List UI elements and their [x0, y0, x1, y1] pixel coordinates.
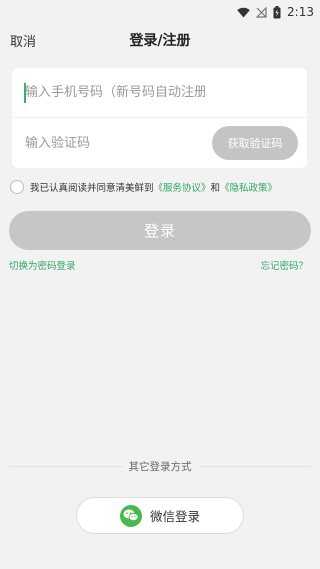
phone-field-row [12, 68, 307, 118]
phone-input[interactable] [25, 85, 205, 100]
wechat-login-label: 微信登录 [149, 509, 200, 524]
agreement-row: 我已认真阅读并同意清美鲜到 《服务协议》 和 《隐私政策》 [10, 179, 277, 195]
get-code-button[interactable]: 获取验证码 [212, 126, 298, 160]
privacy-policy-link[interactable]: 《隐私政策》 [220, 180, 277, 194]
service-agreement-link[interactable]: 《服务协议》 [154, 180, 211, 194]
code-field-row: 获取验证码 [12, 118, 307, 168]
login-form-card: 获取验证码 [12, 68, 307, 168]
agreement-checkbox[interactable] [10, 180, 24, 194]
agreement-text: 我已认真阅读并同意清美鲜到 [30, 183, 154, 194]
verification-code-input[interactable] [25, 135, 205, 151]
wechat-icon [119, 504, 142, 527]
text-cursor [24, 83, 26, 103]
wifi-icon [237, 7, 250, 18]
status-time: 2:13 [287, 5, 314, 19]
other-login-methods-text: 其它登录方式 [122, 461, 198, 473]
forgot-password-link[interactable]: 忘记密码？ [260, 258, 308, 272]
switch-to-password-login-link[interactable]: 切换为密码登录 [9, 258, 76, 272]
status-bar: 2:13 [0, 0, 320, 24]
wechat-login-button[interactable]: 微信登录 [76, 497, 244, 534]
cancel-button[interactable]: 取消 [10, 31, 36, 50]
login-button[interactable]: 登录 [9, 211, 311, 250]
battery-charging-icon [273, 5, 281, 19]
agreement-and-text: 和 [210, 183, 221, 194]
nav-bar: 取消 登录/注册 [0, 24, 320, 56]
page-title: 登录/注册 [129, 33, 191, 49]
other-login-methods-label: 其它登录方式 [0, 459, 320, 474]
no-signal-icon [256, 6, 267, 18]
